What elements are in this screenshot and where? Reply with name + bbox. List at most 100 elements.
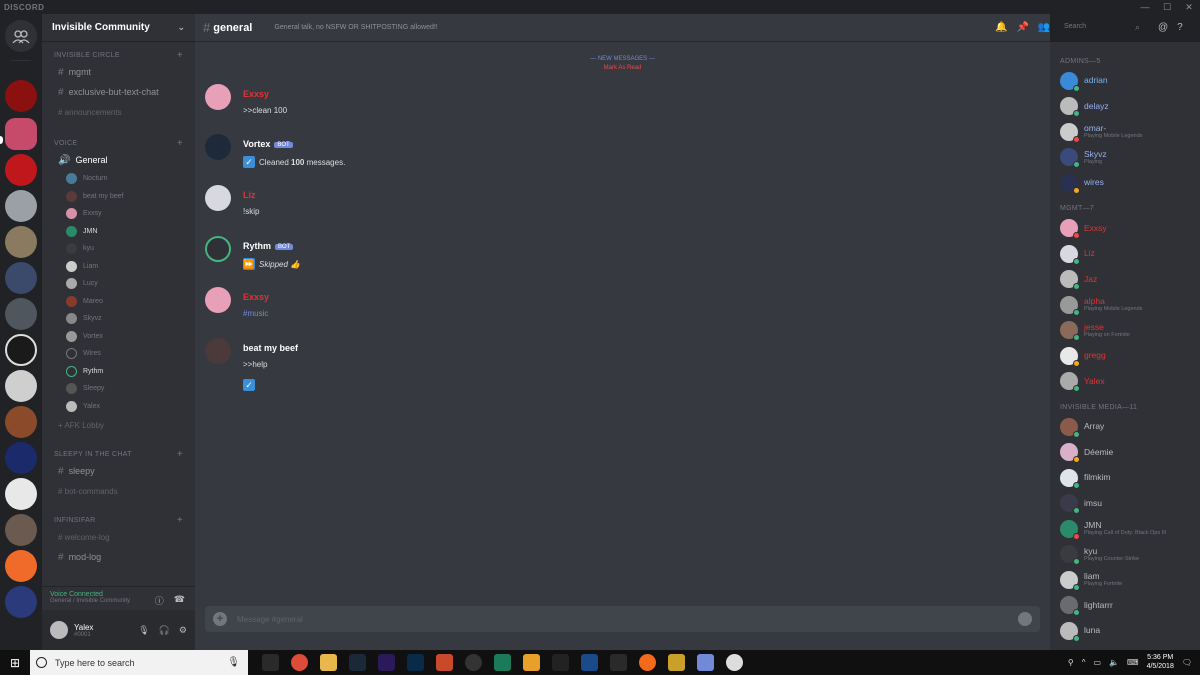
after-effects-icon[interactable]: [378, 654, 395, 671]
system-clock[interactable]: 5:36 PM 4/5/2018: [1147, 654, 1174, 671]
disconnect-icon[interactable]: ☎: [174, 594, 185, 607]
server-icon-7[interactable]: [5, 298, 37, 330]
member-item[interactable]: Liz: [1050, 241, 1200, 267]
add-channel-icon[interactable]: +: [177, 138, 183, 149]
server-icon-4[interactable]: [5, 190, 37, 222]
tray-arrow-icon[interactable]: ^: [1082, 658, 1086, 667]
member-item[interactable]: kyu Playing Counter-Strike: [1050, 542, 1200, 568]
mark-as-read-link[interactable]: Mark As Read: [195, 65, 1050, 71]
member-item[interactable]: Déemie: [1050, 440, 1200, 466]
channel-mention-link[interactable]: #music: [243, 309, 269, 318]
avatar[interactable]: [205, 236, 231, 262]
channel-faded-1[interactable]: # announcements: [42, 102, 195, 122]
channel-sleepy[interactable]: # sleepy: [42, 461, 195, 481]
app-icon-9[interactable]: [494, 654, 511, 671]
file-explorer-icon[interactable]: [320, 654, 337, 671]
member-item[interactable]: alpha Playing Mobile Legends: [1050, 292, 1200, 318]
bell-icon[interactable]: 🔔: [995, 22, 1007, 33]
message-composer[interactable]: + Message #general: [205, 606, 1040, 632]
microphone-icon[interactable]: 🎙: [138, 625, 149, 636]
voice-user[interactable]: kyu: [42, 240, 195, 258]
origin-icon[interactable]: [639, 654, 656, 671]
member-item[interactable]: jesse Playing on Fortnite: [1050, 318, 1200, 344]
search-input[interactable]: Search ⌕: [1058, 20, 1146, 36]
server-icon-12[interactable]: [5, 478, 37, 510]
member-item[interactable]: lightarrr: [1050, 593, 1200, 619]
voice-user[interactable]: Sleepy: [42, 380, 195, 398]
message-author[interactable]: Vortex: [243, 139, 270, 149]
voice-user[interactable]: Nocturn: [42, 170, 195, 188]
member-item[interactable]: Exxsy: [1050, 216, 1200, 242]
channel-exclusive[interactable]: # exclusive-but-text-chat: [42, 82, 195, 102]
server-header[interactable]: Invisible Community ⌄: [42, 14, 195, 42]
channel-mgmt[interactable]: # mgmt: [42, 62, 195, 82]
avatar[interactable]: [205, 84, 231, 110]
message-author[interactable]: Exxsy: [243, 89, 269, 99]
member-item[interactable]: JMN Playing Call of Duty: Black Ops III: [1050, 516, 1200, 542]
emoji-icon[interactable]: [1018, 612, 1032, 626]
server-icon-11[interactable]: [5, 442, 37, 474]
channel-faded-2[interactable]: # bot-commands: [42, 481, 195, 501]
message-input[interactable]: Message #general: [237, 615, 303, 624]
server-icon-av[interactable]: [5, 334, 37, 366]
channel-faded-3[interactable]: # welcome-log: [42, 527, 195, 547]
members-icon[interactable]: 👥: [1038, 22, 1050, 33]
voice-user[interactable]: Rythm: [42, 363, 195, 381]
server-icon-10[interactable]: [5, 406, 37, 438]
voice-user[interactable]: Liam: [42, 258, 195, 276]
member-item[interactable]: Skyvz Playing: [1050, 145, 1200, 171]
member-item[interactable]: gregg: [1050, 343, 1200, 369]
microphone-icon[interactable]: 🎙: [227, 657, 240, 668]
upload-plus-icon[interactable]: +: [213, 612, 227, 626]
headphones-icon[interactable]: 🎧: [159, 625, 170, 636]
message-author[interactable]: Rythm: [243, 241, 271, 251]
photoshop-icon[interactable]: [407, 654, 424, 671]
category-sleepy[interactable]: SLEEPY IN THE CHAT +: [42, 447, 195, 461]
server-icon-14[interactable]: [5, 550, 37, 582]
info-icon[interactable]: ⓘ: [155, 594, 164, 607]
message-author[interactable]: Liz: [243, 190, 256, 200]
app-icon-17[interactable]: [726, 654, 743, 671]
app-icon-10[interactable]: [523, 654, 540, 671]
member-item[interactable]: luna: [1050, 618, 1200, 644]
category-voice[interactable]: VOICE +: [42, 136, 195, 150]
voice-user[interactable]: Mareo: [42, 293, 195, 311]
voice-channel-afk[interactable]: + AFK Lobby: [42, 415, 195, 435]
app-icon-15[interactable]: [668, 654, 685, 671]
server-icon-invisible-community[interactable]: [5, 118, 37, 150]
voice-user[interactable]: JMN: [42, 223, 195, 241]
steam-icon[interactable]: [349, 654, 366, 671]
add-channel-icon[interactable]: +: [177, 515, 183, 526]
app-icon-7[interactable]: [436, 654, 453, 671]
voice-user[interactable]: Wires: [42, 345, 195, 363]
voice-user[interactable]: Lucy: [42, 275, 195, 293]
member-item[interactable]: Jaz: [1050, 267, 1200, 293]
epic-games-icon[interactable]: [610, 654, 627, 671]
home-button[interactable]: [5, 20, 37, 52]
server-icon-6[interactable]: [5, 262, 37, 294]
help-icon[interactable]: ?: [1177, 22, 1183, 33]
server-icon-9[interactable]: [5, 370, 37, 402]
avatar[interactable]: [50, 621, 68, 639]
discord-icon[interactable]: [697, 654, 714, 671]
chrome-icon[interactable]: [291, 654, 308, 671]
minimize-button[interactable]: —: [1134, 0, 1156, 14]
task-view-icon[interactable]: [262, 654, 279, 671]
server-icon-1[interactable]: [5, 80, 37, 112]
member-item[interactable]: wires: [1050, 170, 1200, 196]
add-channel-icon[interactable]: +: [177, 50, 183, 61]
maximize-button[interactable]: ☐: [1156, 0, 1178, 14]
pin-icon[interactable]: 📌: [1016, 22, 1028, 33]
battlenet-icon[interactable]: [581, 654, 598, 671]
windows-start-icon[interactable]: ⊞: [0, 656, 30, 670]
gear-icon[interactable]: ⚙: [179, 625, 187, 636]
add-channel-icon[interactable]: +: [177, 449, 183, 460]
network-icon[interactable]: ▭: [1094, 658, 1102, 667]
member-item[interactable]: Yalex: [1050, 369, 1200, 395]
member-item[interactable]: delayz: [1050, 94, 1200, 120]
volume-icon[interactable]: 🔈: [1109, 658, 1119, 667]
keyboard-icon[interactable]: ⌨: [1127, 658, 1139, 667]
avatar[interactable]: [205, 185, 231, 211]
app-icon-11[interactable]: [552, 654, 569, 671]
member-item[interactable]: omar- Playing Mobile Legends: [1050, 119, 1200, 145]
